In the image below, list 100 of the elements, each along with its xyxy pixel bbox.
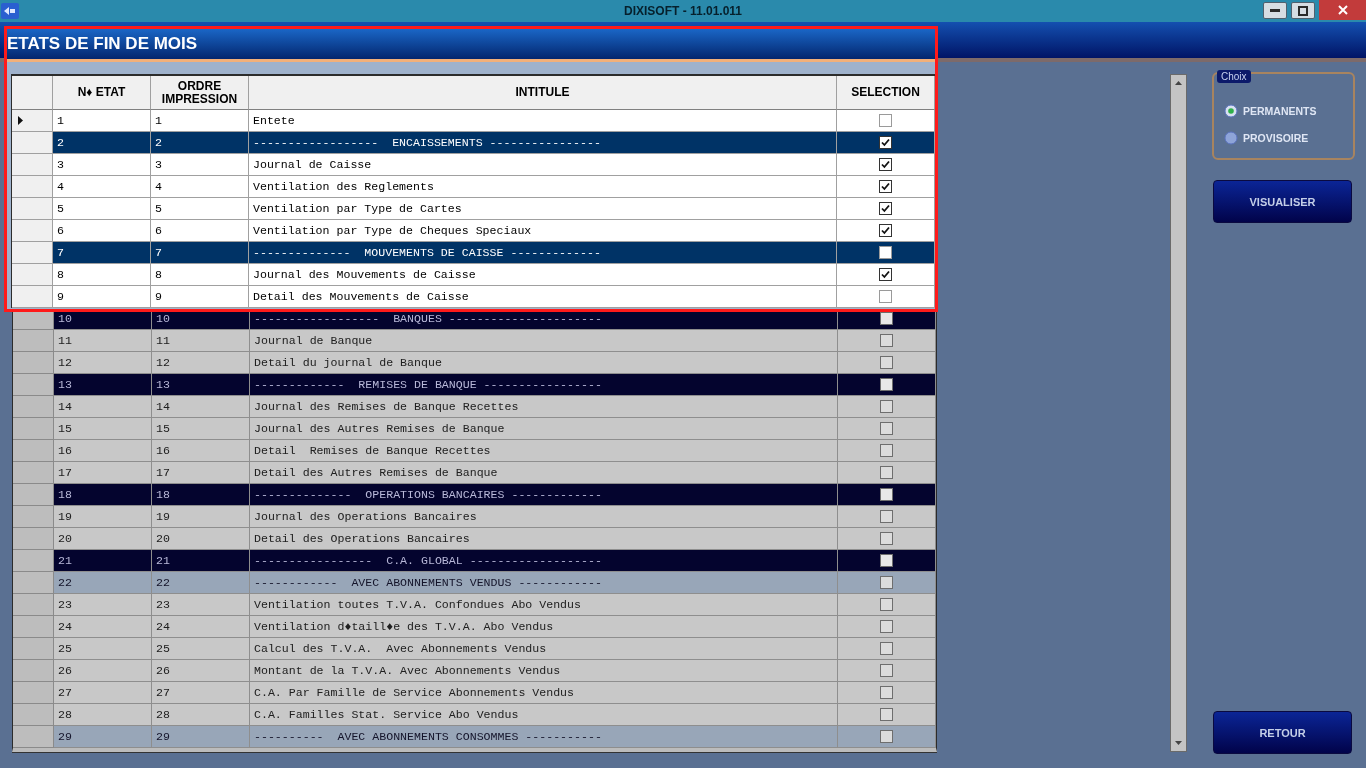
table-cell: Journal des Autres Remises de Banque [250,418,838,440]
action-button[interactable]: VISUALISER [1213,180,1352,223]
checkbox[interactable] [880,642,893,655]
table-cell: Journal des Mouvements de Caisse [249,264,837,286]
table-cell: 26 [54,660,152,682]
table-cell: 2 [53,132,151,154]
table-cell: 23 [54,594,152,616]
table-cell: 16 [152,440,250,462]
checkbox[interactable] [879,224,892,237]
checkbox[interactable] [879,290,892,303]
checkbox[interactable] [880,312,893,325]
table-cell: 1 [151,110,249,132]
current-row-icon [18,116,23,125]
maximize-icon [1298,5,1308,16]
checkbox[interactable] [879,136,892,149]
table-cell: 17 [152,462,250,484]
table-cell: Entete [249,110,837,132]
checkbox[interactable] [880,356,893,369]
checkbox[interactable] [880,532,893,545]
table-cell: 14 [152,396,250,418]
table-cell: ---------- AVEC ABONNEMENTS CONSOMMES ----------- [250,726,838,748]
checkbox[interactable] [880,730,893,743]
table-cell: 15 [152,418,250,440]
table-cell: ------------ AVEC ABONNEMENTS VENDUS ------------ [250,572,838,594]
table-cell: 11 [54,330,152,352]
table-cell: 7 [151,242,249,264]
table-cell: -------------- OPERATIONS BANCAIRES ------------- [250,484,838,506]
table-cell: Detail des Autres Remises de Banque [250,462,838,484]
checkbox[interactable] [880,422,893,435]
checkbox[interactable] [880,466,893,479]
table-cell: 24 [152,616,250,638]
table-cell: 25 [54,638,152,660]
checkbox[interactable] [880,334,893,347]
table-cell: 26 [152,660,250,682]
table-cell: 1 [53,110,151,132]
column-header[interactable]: SELECTION [837,76,935,110]
close-button[interactable] [1319,0,1366,20]
maximize-button[interactable] [1291,2,1315,19]
column-header[interactable]: ORDRE IMPRESSION [151,76,249,110]
checkbox[interactable] [880,378,893,391]
table-cell: 17 [54,462,152,484]
table-cell: 19 [152,506,250,528]
checkbox[interactable] [879,114,892,127]
checkbox[interactable] [879,268,892,281]
close-icon [1337,5,1348,15]
radio-option[interactable]: PERMANENTS [1224,103,1317,119]
table-cell: 18 [152,484,250,506]
table-cell: ------------------ ENCAISSEMENTS ---------------- [249,132,837,154]
checkbox[interactable] [880,510,893,523]
table-cell: Journal de Caisse [249,154,837,176]
table-cell: ----------------- C.A. GLOBAL ------------------- [250,550,838,572]
column-header[interactable]: INTITULE [249,76,837,110]
table-cell: Detail du journal de Banque [250,352,838,374]
column-header[interactable]: N♦ ETAT [53,76,151,110]
row-header[interactable] [12,110,53,132]
table-cell: C.A. Familles Stat. Service Abo Vendus [250,704,838,726]
table-cell: 23 [152,594,250,616]
checkbox[interactable] [880,444,893,457]
table-cell: 11 [152,330,250,352]
checkbox[interactable] [880,620,893,633]
checkbox[interactable] [880,598,893,611]
app-icon[interactable] [1,3,19,19]
checkbox[interactable] [880,664,893,677]
table-cell: 27 [54,682,152,704]
table-cell: 7 [53,242,151,264]
table-cell: 5 [151,198,249,220]
radio-option[interactable]: PROVISOIRE [1224,130,1309,146]
checkbox[interactable] [879,246,892,259]
checkbox[interactable] [879,180,892,193]
scrollbar[interactable] [1170,74,1187,752]
table-cell: Ventilation par Type de Cartes [249,198,837,220]
table-cell: 9 [53,286,151,308]
checkbox[interactable] [880,488,893,501]
checkbox[interactable] [880,554,893,567]
table-cell: 15 [54,418,152,440]
table-cell: 8 [53,264,151,286]
action-button[interactable]: RETOUR [1213,711,1352,754]
table-cell: 2 [151,132,249,154]
checkbox[interactable] [880,400,893,413]
header-corner [12,76,53,110]
table-cell: 3 [53,154,151,176]
table-cell: 24 [54,616,152,638]
table-cell: 27 [152,682,250,704]
table-cell: 13 [152,374,250,396]
checkbox[interactable] [880,708,893,721]
down-arrow-icon[interactable] [1175,741,1182,745]
minimize-button[interactable] [1263,2,1287,19]
table-cell: 29 [152,726,250,748]
minimize-icon [1270,9,1280,12]
checkbox[interactable] [879,202,892,215]
table-cell: 6 [53,220,151,242]
table-cell: Ventilation par Type de Cheques Speciaux [249,220,837,242]
up-arrow-icon[interactable] [1175,81,1182,85]
checkbox[interactable] [880,686,893,699]
table-cell: 28 [54,704,152,726]
checkbox[interactable] [880,576,893,589]
table-cell: Journal des Remises de Banque Recettes [250,396,838,418]
table-cell: 12 [54,352,152,374]
table-cell: 9 [151,286,249,308]
checkbox[interactable] [879,158,892,171]
